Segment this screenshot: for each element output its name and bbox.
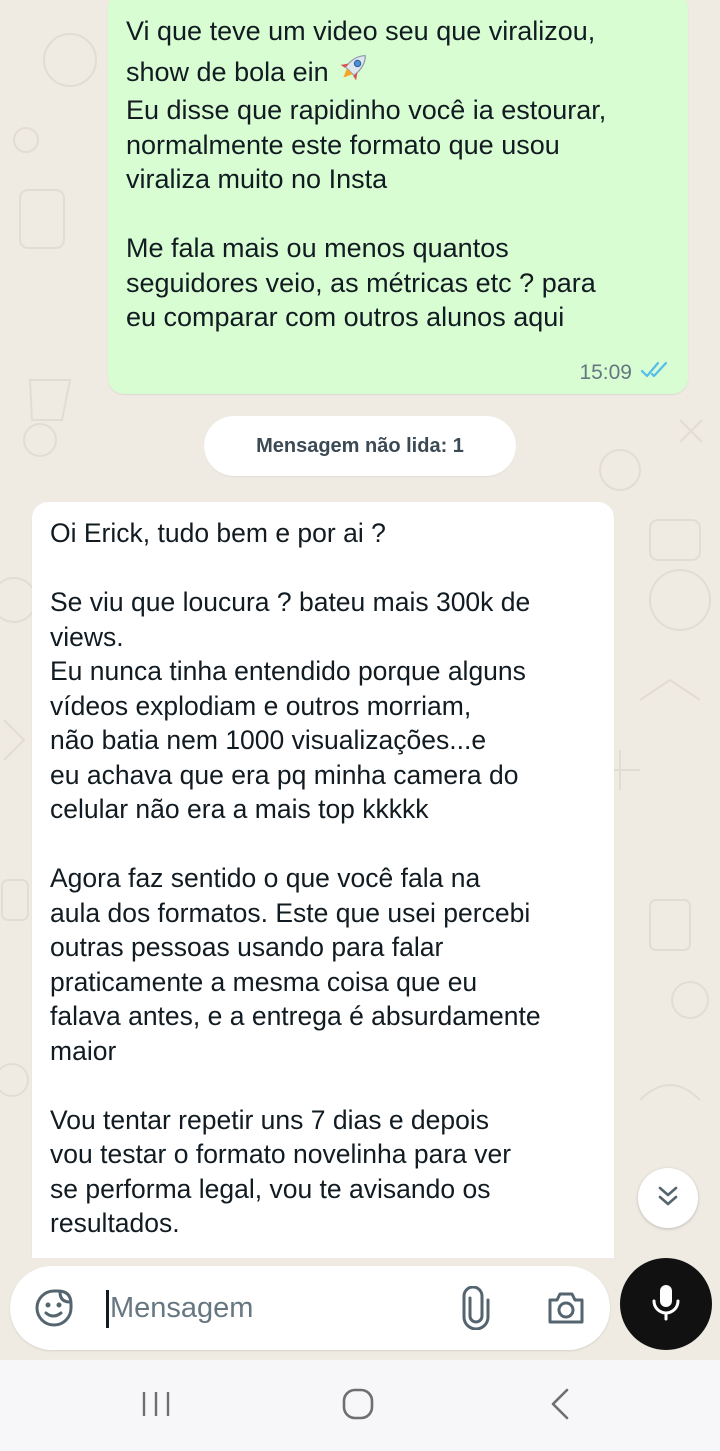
message-meta: 15:09 xyxy=(579,360,672,386)
paperclip-attach-icon[interactable] xyxy=(456,1285,496,1331)
voice-message-button[interactable] xyxy=(620,1258,712,1350)
incoming-message-text: Oi Erick, tudo bem e por ai ? Se viu que… xyxy=(50,518,541,1238)
rocket-emoji-icon xyxy=(336,49,372,94)
outgoing-message-text: Vi que teve um video seu que viralizou, … xyxy=(126,14,681,335)
home-button[interactable] xyxy=(328,1386,388,1426)
unread-messages-divider: Mensagem não lida: 1 xyxy=(204,416,516,476)
home-icon xyxy=(341,1387,375,1426)
double-chevron-down-icon xyxy=(654,1182,682,1215)
back-chevron-icon xyxy=(548,1387,572,1426)
incoming-message-bubble[interactable]: Oi Erick, tudo bem e por ai ? Se viu que… xyxy=(32,502,614,1258)
camera-icon[interactable] xyxy=(544,1286,588,1330)
text-cursor xyxy=(106,1290,109,1328)
outgoing-message-bubble[interactable]: Vi que teve um video seu que viralizou, … xyxy=(108,0,688,394)
sticker-icon[interactable] xyxy=(32,1286,76,1330)
system-navigation-bar xyxy=(0,1360,720,1451)
double-check-read-icon xyxy=(640,360,672,386)
recent-apps-button[interactable] xyxy=(126,1386,186,1426)
message-composer xyxy=(10,1266,610,1350)
back-button[interactable] xyxy=(530,1386,590,1426)
mic-icon xyxy=(649,1282,683,1327)
scroll-to-bottom-button[interactable] xyxy=(638,1168,698,1228)
message-input[interactable] xyxy=(110,1282,430,1334)
recent-apps-icon xyxy=(140,1389,172,1424)
message-list[interactable]: Vi que teve um video seu que viralizou, … xyxy=(0,0,720,1258)
outgoing-message-text-rest: Eu disse que rapidinho você ia estourar,… xyxy=(126,95,607,332)
message-time: 15:09 xyxy=(579,361,632,384)
